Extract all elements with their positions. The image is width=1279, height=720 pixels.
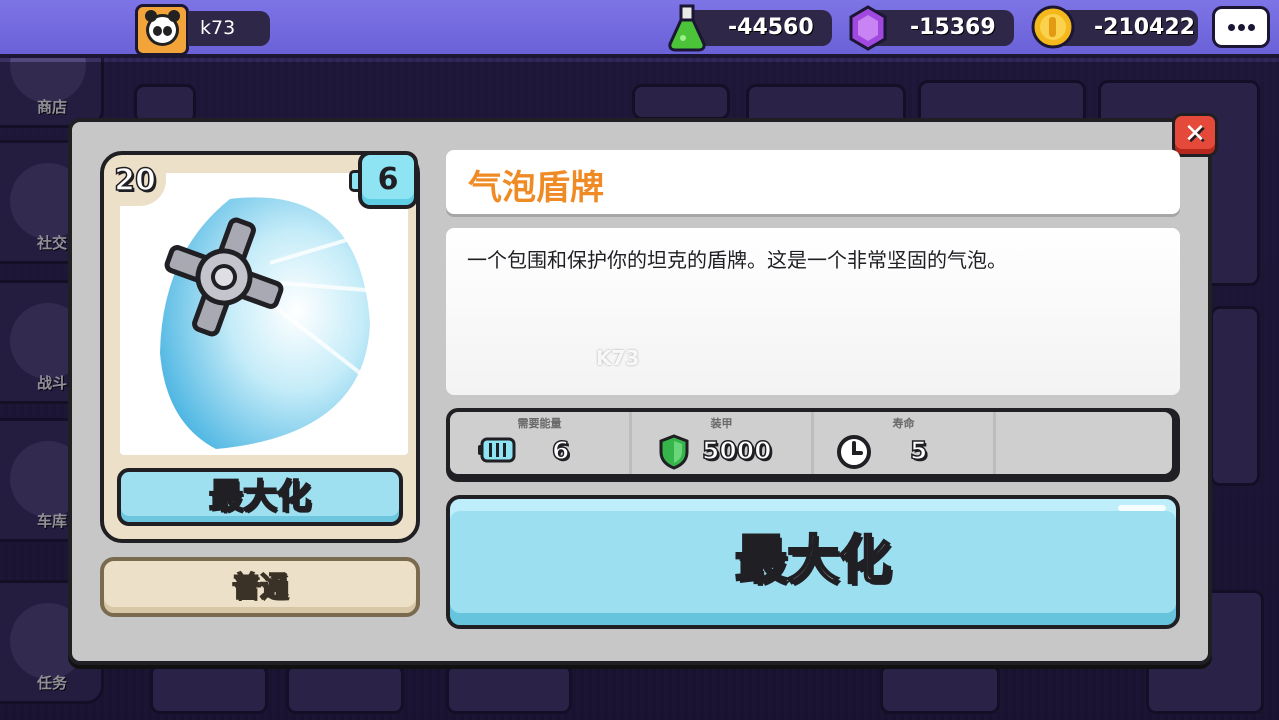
stat-label: 装甲 [710, 417, 733, 430]
gold-coin-icon [1031, 5, 1075, 49]
energy-cost-badge: 6 [358, 151, 418, 209]
panda-face [145, 10, 180, 46]
stat-value: 5 [909, 435, 928, 466]
card-max-level-label: 最大化 [117, 468, 403, 526]
close-button[interactable]: ✕ [1172, 113, 1218, 157]
gem-value: -15369 [910, 15, 996, 40]
description-panel: 一个包围和保护你的坦克的盾牌。这是一个非常坚固的气泡。 [446, 228, 1180, 395]
stat-empty [996, 412, 1172, 474]
green-potion-icon [668, 4, 706, 52]
clock-icon [837, 435, 871, 469]
coin-value: -210422 [1094, 15, 1195, 40]
stat-label: 需要能量 [517, 417, 562, 430]
purple-gem-icon [849, 5, 887, 51]
stat-armor: 装甲 5000 [632, 412, 814, 474]
chat-button[interactable] [1212, 6, 1270, 48]
close-x-icon: ✕ [1184, 119, 1206, 149]
button-shine [1118, 505, 1166, 511]
resource-gem[interactable]: -15369 [866, 10, 1014, 46]
maximize-button[interactable]: 最大化 [446, 495, 1180, 629]
stat-energy: 需要能量 6 [450, 412, 632, 474]
stat-label: 寿命 [892, 417, 915, 430]
green-shield-icon [659, 434, 689, 470]
battery-icon [478, 437, 516, 463]
maximize-button-label: 最大化 [734, 530, 893, 593]
watermark-logo: K73 [596, 346, 640, 370]
bubble-shield-icon [160, 197, 403, 449]
player-name: k73 [188, 11, 270, 46]
potion-value: -44560 [728, 15, 814, 40]
item-description: 一个包围和保护你的坦克的盾牌。这是一个非常坚固的气泡。 [467, 248, 1007, 272]
stats-bar: 需要能量 6 装甲 5000 寿命 5 [446, 408, 1180, 482]
stat-lifetime: 寿命 5 [814, 412, 996, 474]
card-level: 20 [104, 156, 166, 206]
stat-value: 5000 [701, 435, 772, 466]
item-title: 气泡盾牌 [468, 168, 604, 208]
panda-avatar-icon[interactable] [135, 4, 189, 56]
rarity-label: 普通 [100, 557, 420, 617]
stat-value: 6 [551, 435, 570, 466]
title-panel: 气泡盾牌 [446, 150, 1180, 214]
card-art [120, 173, 408, 455]
